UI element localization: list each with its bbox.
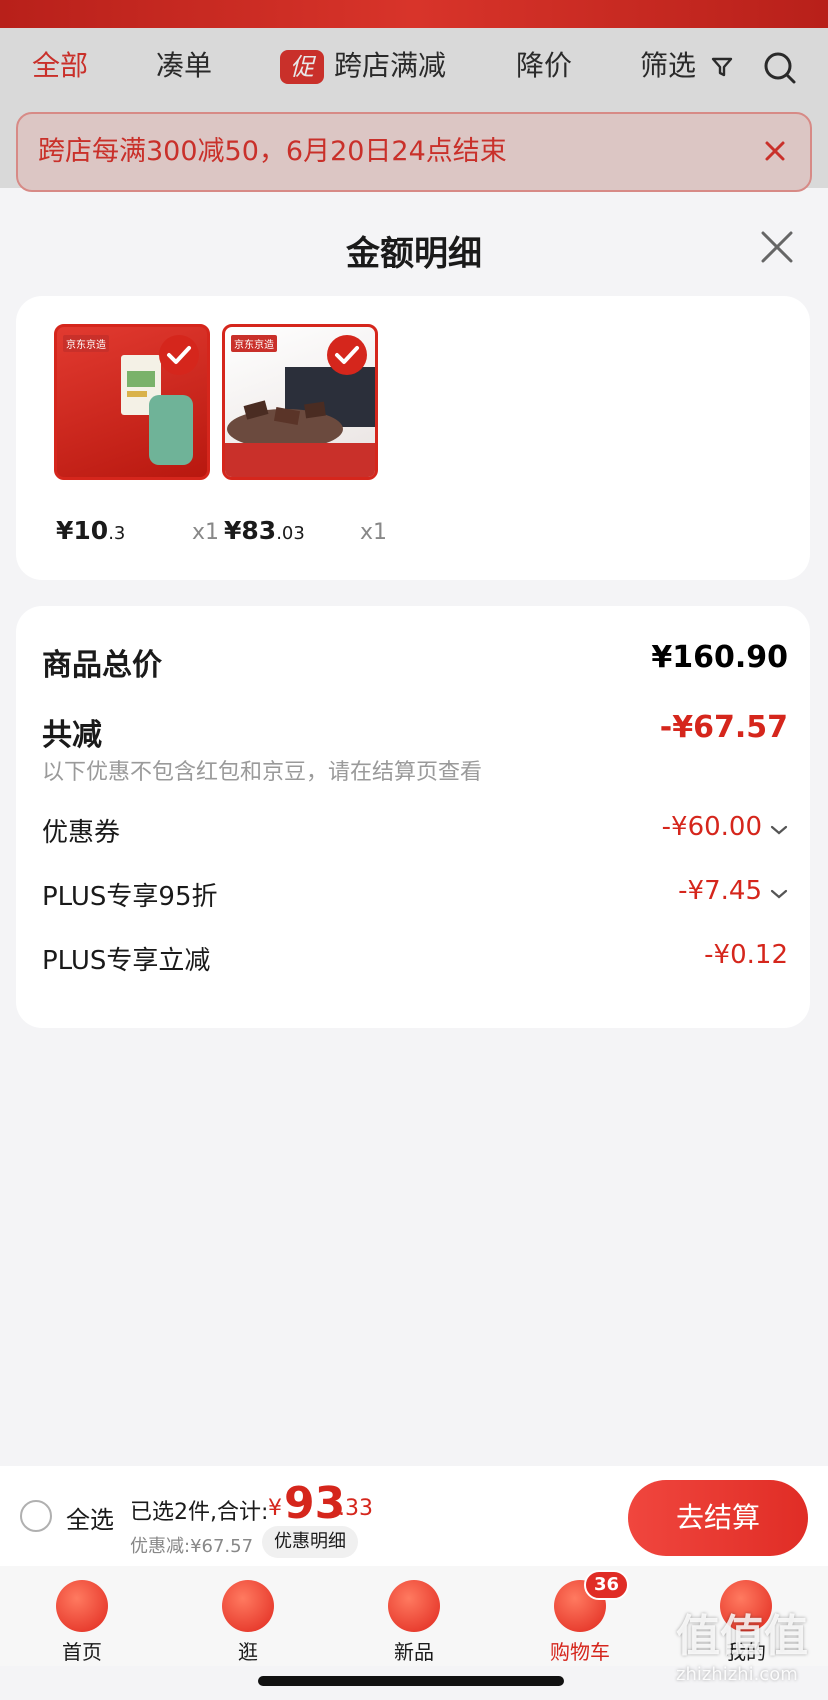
tab-home[interactable]: 首页 [32,1580,132,1665]
tab-label: 购物车 [550,1640,610,1664]
tab-all[interactable]: 全部 [32,44,88,88]
discount-detail-button[interactable]: 优惠明细 [262,1526,358,1558]
promo-banner: 跨店每满300减50，6月20日24点结束 [16,112,812,192]
promo-banner-text: 跨店每满300减50，6月20日24点结束 [38,136,507,167]
sheet-title: 金额明细 [346,234,482,274]
product-quantity: x1 [192,520,220,545]
product-price: ¥10.3 [56,516,125,545]
filter-label: 筛选 [640,49,697,82]
tab-label: 新品 [394,1640,434,1664]
product-quantity: x1 [360,520,388,545]
close-icon[interactable] [760,136,790,166]
reduction-note: 以下优惠不包含红包和京豆，请在结算页查看 [42,760,483,785]
total-amount-decimal: .33 [338,1496,373,1521]
price-int: ¥10 [56,516,109,545]
product-list-card: 京东京造 ¥10.3 x1 京东京造 ¥83.03 x1 [16,296,810,580]
product-item[interactable]: 京东京造 ¥83.03 x1 [222,324,387,545]
tab-cross-store-discount[interactable]: 促跨店满减 [280,44,446,88]
new-products-icon [388,1580,440,1632]
tab-price-drop[interactable]: 降价 [516,44,572,88]
watermark-logo: 值值值 [676,1611,808,1662]
product-banner-strip [225,443,375,477]
total-currency-symbol: ¥ [268,1496,282,1521]
home-icon [56,1580,108,1632]
tab-make-up-order[interactable]: 凑单 [156,44,212,88]
select-all-label[interactable]: 全选 [66,1500,114,1535]
home-indicator[interactable] [258,1676,564,1686]
product-image: 京东京造 [54,324,210,480]
product-container-icon [149,395,193,465]
total-reduction-value: -¥67.57 [659,710,788,745]
price-dec: .03 [276,523,305,544]
brand-label: 京东京造 [63,335,109,352]
status-bar-background [0,0,828,28]
total-reduction-label: 共减 [42,718,102,753]
selected-count-text: 已选2件,合计: [130,1500,269,1525]
search-icon[interactable] [762,50,798,86]
plus-discount-label: PLUS专享95折 [42,882,218,912]
product-image: 京东京造 [222,324,378,480]
product-price-row: ¥10.3 x1 [54,516,224,556]
product-item[interactable]: 京东京造 ¥10.3 x1 [54,324,219,545]
tab-filter[interactable]: 筛选 [640,44,733,88]
product-price-row: ¥83.03 x1 [222,516,392,556]
price-int: ¥83 [224,516,277,545]
watermark-url: zhizhizhi.com [676,1664,798,1685]
checkout-button[interactable]: 去结算 [628,1480,808,1556]
price-dec: .3 [108,523,126,544]
brand-label: 京东京造 [231,335,277,352]
select-all-checkbox[interactable] [20,1500,52,1532]
cart-count-badge: 36 [584,1570,630,1600]
tab-new-products[interactable]: 新品 [364,1580,464,1665]
total-price-label: 商品总价 [42,648,162,683]
tab-browse[interactable]: 逛 [198,1580,298,1665]
product-price: ¥83.03 [224,516,305,545]
chevron-down-icon[interactable] [770,888,788,900]
browse-icon [222,1580,274,1632]
coupon-value: -¥60.00 [661,812,762,842]
chevron-down-icon[interactable] [770,824,788,836]
plus-discount-value: -¥7.45 [678,876,762,906]
filter-tabs: 全部 凑单 促跨店满减 降价 筛选 [0,44,828,88]
tab-cross-store-label: 跨店满减 [334,49,447,82]
plus-instant-reduction-label: PLUS专享立减 [42,946,211,976]
total-amount-integer: 93 [284,1478,346,1529]
promo-tag-icon: 促 [280,50,324,84]
close-icon[interactable] [760,230,794,264]
tab-label: 首页 [62,1640,102,1664]
total-price-value: ¥160.90 [651,640,788,675]
tab-label: 逛 [238,1640,258,1664]
coupon-label: 优惠券 [42,818,121,848]
checkout-bar: 全选 已选2件,合计: ¥ 93 .33 优惠减:¥67.57 优惠明细 去结算 [0,1466,828,1566]
filter-icon [711,57,733,77]
check-icon [327,335,367,375]
check-icon [159,335,199,375]
price-summary-card: 商品总价 ¥160.90 共减 -¥67.57 以下优惠不包含红包和京豆，请在结… [16,606,810,1028]
plus-instant-reduction-value: -¥0.12 [704,940,788,970]
discount-amount-text: 优惠减:¥67.57 [130,1536,254,1557]
